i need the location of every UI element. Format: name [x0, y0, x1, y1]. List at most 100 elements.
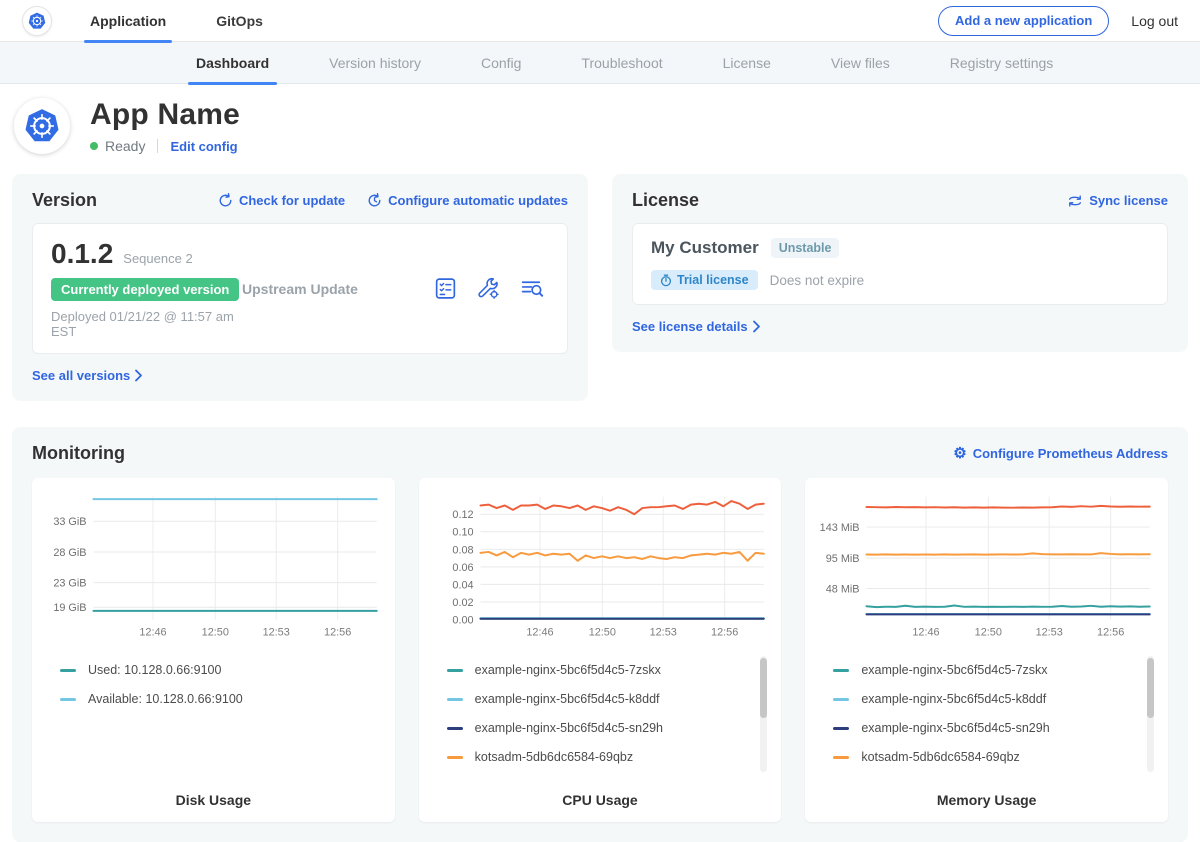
- version-sequence: Sequence 2: [123, 251, 192, 266]
- configure-prometheus-link[interactable]: ⚙ Configure Prometheus Address: [953, 446, 1168, 461]
- disk-usage-title: Disk Usage: [42, 786, 385, 810]
- legend-item: kotsadm-5db6dc6584-69qbz: [447, 743, 772, 772]
- svg-text:12:50: 12:50: [975, 626, 1002, 638]
- configure-auto-updates-link[interactable]: Configure automatic updates: [367, 193, 568, 208]
- legend-item: kotsadm-5db6dc6584-69qbz: [833, 743, 1158, 772]
- svg-text:0.04: 0.04: [452, 579, 473, 591]
- memory-usage-chart: 12:4612:5012:5312:56143 MiB95 MiB48 MiB: [815, 488, 1158, 646]
- check-for-update-label: Check for update: [239, 193, 345, 208]
- legend-color-dash: [833, 756, 849, 759]
- tab-troubleshoot-label: Troubleshoot: [581, 55, 662, 71]
- svg-text:33 GiB: 33 GiB: [53, 516, 86, 528]
- cpu-usage-chart: 12:4612:5012:5312:560.120.100.080.060.04…: [429, 488, 772, 646]
- tab-application-label: Application: [90, 13, 166, 29]
- svg-text:0.02: 0.02: [452, 597, 473, 609]
- tab-version-history[interactable]: Version history: [321, 42, 429, 84]
- tab-troubleshoot[interactable]: Troubleshoot: [573, 42, 670, 84]
- configure-prometheus-label: Configure Prometheus Address: [973, 446, 1168, 461]
- legend-item: example-nginx-5bc6f5d4c5-sn29h: [833, 714, 1158, 743]
- legend-scrollbar-track[interactable]: [1147, 656, 1154, 772]
- legend-label: example-nginx-5bc6f5d4c5-k8ddf: [861, 692, 1046, 706]
- monitoring-title: Monitoring: [32, 443, 953, 464]
- tab-config[interactable]: Config: [473, 42, 529, 84]
- logout-link[interactable]: Log out: [1131, 13, 1178, 29]
- legend-item: example-nginx-5bc6f5d4c5-7zskx: [833, 656, 1158, 685]
- svg-text:0.12: 0.12: [452, 509, 473, 521]
- svg-text:12:53: 12:53: [263, 626, 290, 638]
- legend-item: example-nginx-5bc6f5d4c5-k8ddf: [447, 685, 772, 714]
- legend-color-dash: [833, 727, 849, 730]
- see-license-details-link[interactable]: See license details: [632, 319, 1168, 334]
- legend-item: Used: 10.128.0.66:9100: [60, 656, 385, 685]
- legend-label: kotsadm-5db6dc6584-69qbz: [475, 750, 633, 764]
- svg-text:12:46: 12:46: [139, 626, 166, 638]
- cpu-usage-legend: example-nginx-5bc6f5d4c5-7zskx example-ng…: [429, 656, 772, 786]
- legend-item: Available: 10.128.0.66:9100: [60, 685, 385, 714]
- add-application-button[interactable]: Add a new application: [938, 6, 1109, 36]
- tab-dashboard-label: Dashboard: [196, 55, 269, 71]
- tab-application[interactable]: Application: [84, 0, 172, 42]
- config-wrench-icon[interactable]: [476, 276, 501, 301]
- legend-color-dash: [833, 669, 849, 672]
- customer-name: My Customer: [651, 238, 759, 258]
- svg-text:23 GiB: 23 GiB: [53, 578, 86, 590]
- chevron-right-icon: [752, 320, 761, 333]
- legend-color-dash: [447, 727, 463, 730]
- legend-scrollbar-thumb[interactable]: [760, 658, 767, 718]
- svg-text:19 GiB: 19 GiB: [53, 602, 86, 614]
- gear-icon: ⚙: [953, 446, 966, 461]
- tab-gitops[interactable]: GitOps: [210, 0, 269, 42]
- kubernetes-logo-icon: [22, 6, 52, 36]
- legend-label: kotsadm-5db6dc6584-69qbz: [861, 750, 1019, 764]
- see-all-versions-link[interactable]: See all versions: [32, 368, 568, 383]
- disk-usage-chart-card: 12:4612:5012:5312:5633 GiB28 GiB23 GiB19…: [32, 478, 395, 822]
- tab-dashboard[interactable]: Dashboard: [188, 42, 277, 84]
- license-card-title: License: [632, 190, 1067, 211]
- disk-usage-chart: 12:4612:5012:5312:5633 GiB28 GiB23 GiB19…: [42, 488, 385, 646]
- svg-text:12:53: 12:53: [649, 626, 676, 638]
- license-type-badge: Trial license: [651, 270, 758, 290]
- legend-color-dash: [833, 698, 849, 701]
- cpu-usage-chart-card: 12:4612:5012:5312:560.120.100.080.060.04…: [419, 478, 782, 822]
- legend-color-dash: [60, 669, 76, 672]
- legend-scrollbar-track[interactable]: [760, 656, 767, 772]
- svg-text:28 GiB: 28 GiB: [53, 547, 86, 559]
- deployed-timestamp: Deployed 01/21/22 @ 11:57 am EST: [51, 309, 242, 339]
- license-panel: My Customer Unstable Trial license Does …: [632, 223, 1168, 305]
- sync-license-link[interactable]: Sync license: [1067, 193, 1168, 208]
- legend-color-dash: [447, 669, 463, 672]
- version-card-title: Version: [32, 190, 218, 211]
- svg-text:0.08: 0.08: [452, 544, 473, 556]
- monitoring-card: Monitoring ⚙ Configure Prometheus Addres…: [12, 427, 1188, 842]
- svg-text:0.06: 0.06: [452, 562, 473, 574]
- refresh-icon: [218, 193, 233, 208]
- license-type-label: Trial license: [677, 273, 749, 287]
- deploy-logs-icon[interactable]: [519, 276, 545, 301]
- preflight-checks-icon[interactable]: [433, 276, 458, 301]
- sync-license-label: Sync license: [1089, 193, 1168, 208]
- legend-label: Available: 10.128.0.66:9100: [88, 692, 243, 706]
- tab-version-history-label: Version history: [329, 55, 421, 71]
- version-source: Upstream Update: [242, 281, 433, 297]
- svg-text:12:50: 12:50: [202, 626, 229, 638]
- version-card: Version Check for update Configure au: [12, 174, 588, 401]
- status-text: Ready: [105, 138, 145, 154]
- legend-label: example-nginx-5bc6f5d4c5-7zskx: [475, 663, 661, 677]
- legend-scrollbar-thumb[interactable]: [1147, 658, 1154, 718]
- tab-registry-settings[interactable]: Registry settings: [942, 42, 1061, 84]
- tab-license-label: License: [723, 55, 771, 71]
- channel-badge: Unstable: [771, 238, 840, 258]
- version-number: 0.1.2: [51, 238, 113, 270]
- see-license-details-label: See license details: [632, 319, 748, 334]
- svg-text:12:46: 12:46: [913, 626, 940, 638]
- license-expiry: Does not expire: [770, 273, 865, 288]
- timer-icon: [660, 274, 672, 287]
- auto-update-clock-icon: [367, 193, 382, 208]
- edit-config-link[interactable]: Edit config: [170, 139, 237, 154]
- tab-license[interactable]: License: [715, 42, 779, 84]
- svg-text:48 MiB: 48 MiB: [826, 583, 860, 595]
- tab-view-files[interactable]: View files: [823, 42, 898, 84]
- current-version-panel: 0.1.2 Sequence 2 Currently deployed vers…: [32, 223, 568, 354]
- legend-label: example-nginx-5bc6f5d4c5-sn29h: [861, 721, 1049, 735]
- check-for-update-link[interactable]: Check for update: [218, 193, 345, 208]
